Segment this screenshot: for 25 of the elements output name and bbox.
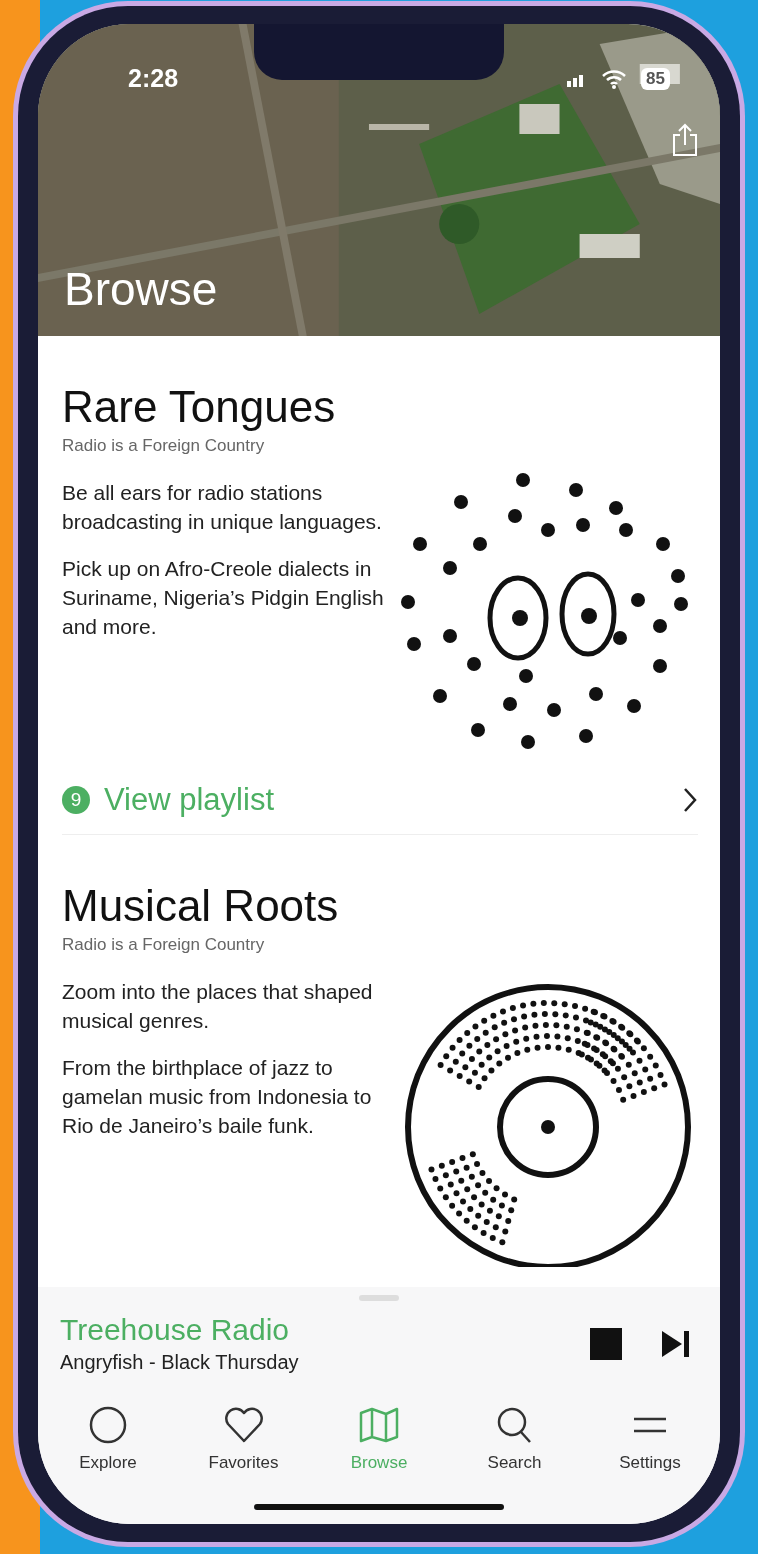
skip-next-button[interactable] [662, 1330, 690, 1357]
tab-item[interactable]: Favorites [183, 1404, 304, 1474]
collection-subtitle: Radio is a Foreign Country [62, 436, 266, 456]
description: Zoom into the places that shaped musical genres. [62, 979, 374, 1034]
collection-title: Rare Tongues [62, 382, 337, 432]
map-icon [357, 1405, 401, 1445]
station-name: Treehouse Radio [60, 1313, 291, 1347]
count-badge: 9 [62, 786, 90, 814]
share-icon[interactable] [672, 123, 698, 157]
mini-player[interactable]: Treehouse Radio Angryfish - Black Thursday Explore Favorites Browse Search Settings [38, 1287, 720, 1524]
tab-item[interactable]: Search [454, 1404, 575, 1474]
drag-handle[interactable] [359, 1295, 399, 1301]
page-title: Browse [64, 262, 219, 316]
tab-item[interactable]: Explore [48, 1404, 168, 1474]
chevron-right-icon [682, 786, 698, 814]
stop-button[interactable] [590, 1327, 622, 1360]
description: Be all ears for radio stations broadcasting in unique languages. [62, 480, 383, 535]
tab-item[interactable]: Settings [590, 1404, 710, 1474]
description: From the birthplace of jazz to gamelan music from Indonesia to Rio de Janeiro’s baile funk. [62, 1055, 373, 1139]
status-time: 2:28 [128, 64, 179, 93]
collection-subtitle: Radio is a Foreign Country [62, 935, 266, 955]
description: Pick up on Afro-Creole dialects in Suriname, Nigeria’s Pidgin English and more. [62, 556, 385, 640]
track-name: Angryfish - Black Thursday [60, 1351, 300, 1374]
wifi-icon [601, 68, 628, 89]
collection-title: Musical Roots [62, 881, 340, 931]
